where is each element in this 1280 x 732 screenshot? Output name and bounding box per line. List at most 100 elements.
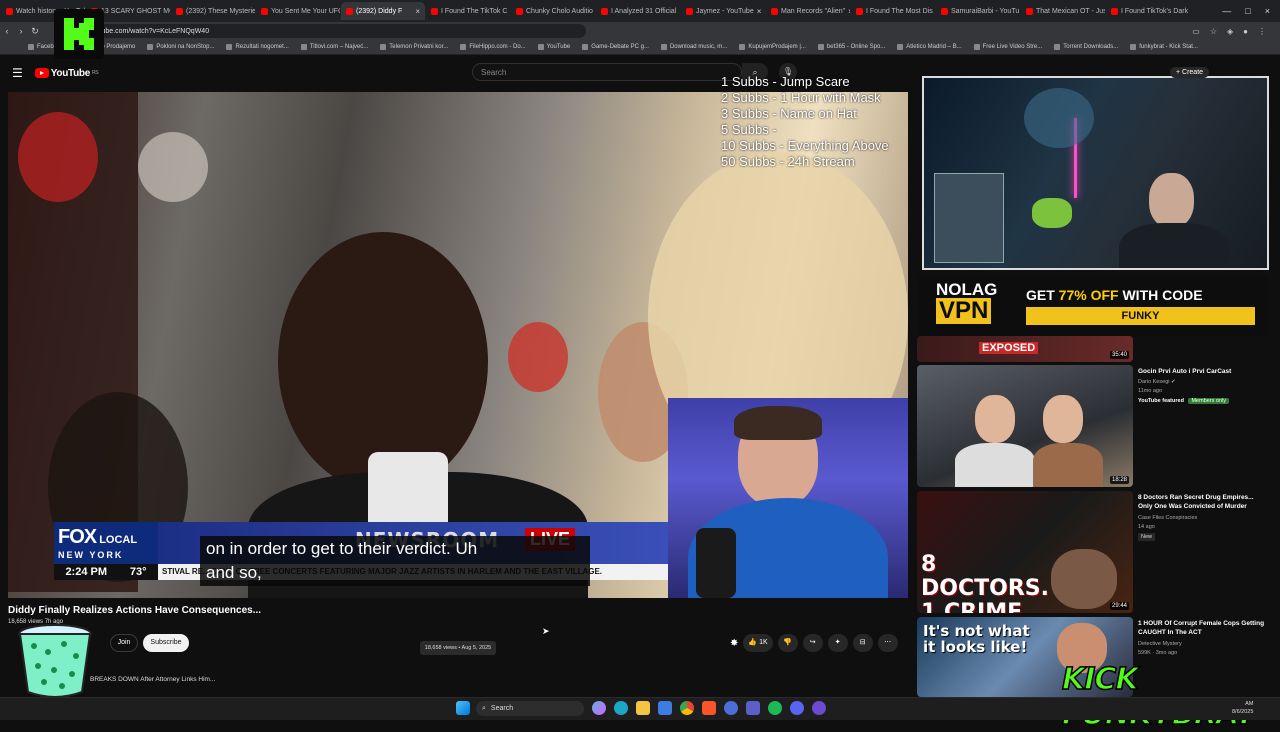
maximize-icon[interactable]: □	[1245, 6, 1250, 16]
chrome-icon[interactable]	[680, 701, 694, 715]
dislike-icon[interactable]: 👎	[777, 634, 798, 652]
close-window-icon[interactable]: ×	[1265, 6, 1270, 16]
tab-close-icon[interactable]: ×	[415, 7, 420, 16]
sparkle-icon[interactable]: ✸	[730, 638, 738, 649]
related-title[interactable]: 1 HOUR Of Corrupt Female Cops Getting CA…	[1138, 619, 1268, 637]
profile-icon[interactable]: ●	[1243, 27, 1248, 36]
browser-tab[interactable]: Man Records "Alien"×	[766, 2, 850, 20]
exposed-badge: EXPOSED	[979, 342, 1039, 354]
menu-icon[interactable]: ☰	[12, 66, 23, 80]
copilot-icon[interactable]	[592, 701, 606, 715]
related-meta: 599K · 3mo ago	[1138, 650, 1178, 656]
teams-icon[interactable]	[746, 701, 760, 715]
bookmark-item[interactable]: Free Live Video Stre...	[973, 44, 1042, 50]
related-title[interactable]: 8 Doctors Ran Secret Drug Empires... Onl…	[1138, 493, 1268, 511]
bookmarks-bar: Facebook Kupimo Prodajemo Pokloni na NonSt…	[0, 40, 1280, 55]
bookmark-item[interactable]: Rezultati nogomet...	[226, 44, 289, 50]
youtube-favicon-icon	[261, 7, 268, 15]
bookmark-item[interactable]: Torrent Downloads...	[1054, 44, 1118, 50]
ask-icon[interactable]: ✦	[827, 634, 848, 652]
youtube-favicon-icon	[601, 7, 608, 15]
bookmark-item[interactable]: Telemon Privatni kor...	[380, 44, 448, 50]
extensions-icon[interactable]: ◈	[1227, 27, 1233, 36]
spotify-icon[interactable]	[768, 701, 782, 715]
store-icon[interactable]	[658, 701, 672, 715]
taskbar-search[interactable]: ⌕ Search	[476, 701, 584, 716]
youtube-favicon-icon	[941, 7, 948, 15]
video-duration: 18:28	[1109, 476, 1129, 484]
bookmark-favicon-icon	[973, 44, 980, 50]
bookmark-label: Telemon Privatni kor...	[389, 44, 449, 50]
video-title: Diddy Finally Realizes Actions Have Cons…	[8, 605, 262, 616]
youtube-favicon-icon	[346, 7, 353, 15]
bookmark-item[interactable]: Atletico Madrid – B...	[897, 44, 962, 50]
like-button[interactable]: 👍 1K	[743, 634, 773, 652]
menu-dots-icon[interactable]: ⋮	[1258, 27, 1266, 36]
bookmark-label: Download music, m...	[669, 44, 728, 50]
bookmark-star-icon[interactable]: ☆	[1210, 27, 1217, 36]
youtube-favicon-icon	[516, 7, 523, 15]
browser-address-bar: ‹ › ↻ ⚙ youtube.com/watch?v=KcLeFNQqW40 …	[0, 22, 1280, 40]
app-icon[interactable]	[724, 701, 738, 715]
sub-goal-item: 1 Subbs - Jump Scare	[721, 74, 850, 89]
related-channel: Case Files Conspiracies	[1138, 515, 1198, 521]
browser-tab[interactable]: (2392) Diddy F ×	[341, 2, 425, 20]
browser-tab[interactable]: Jaymez - YouTube ×	[681, 2, 765, 20]
create-button[interactable]: + Create	[1170, 67, 1210, 78]
bookmark-label: funkybrat - Kick Stat...	[1139, 44, 1198, 50]
bookmark-favicon-icon	[28, 44, 34, 50]
browser-tab[interactable]: (2392) These Mysteries×	[171, 2, 255, 20]
tab-close-icon[interactable]: ×	[848, 7, 850, 16]
share-icon[interactable]: ↪	[802, 634, 823, 652]
related-thumbnail[interactable]: 8 DOCTORS. 1 CRIME. 29:44	[917, 491, 1133, 613]
tab-close-icon[interactable]: ×	[757, 7, 762, 16]
discord-icon[interactable]	[790, 701, 804, 715]
related-tags: YouTube featured Members only	[1138, 397, 1230, 405]
brave-icon[interactable]	[702, 701, 716, 715]
related-thumbnail[interactable]: 18:28	[917, 365, 1133, 487]
bookmark-item[interactable]: FileHippo.com - Do...	[460, 44, 526, 50]
minimize-icon[interactable]: —	[1222, 6, 1231, 16]
related-title[interactable]: Gocin Prvi Auto i Prvi CarCast	[1138, 367, 1268, 376]
subscribe-button[interactable]: Subscribe	[143, 634, 189, 652]
bookmark-item[interactable]: Titlovi.com – Najveć...	[300, 44, 368, 50]
edge-icon[interactable]	[614, 701, 628, 715]
browser-tab[interactable]: SamuraiBarbi - YouTu×	[936, 2, 1020, 20]
cast-icon[interactable]: ▭	[1192, 27, 1200, 36]
related-thumbnail[interactable]: EXPOSED 35:40	[917, 336, 1133, 362]
bookmark-item[interactable]: funkybrat - Kick Stat...	[1130, 44, 1198, 50]
tab-close-icon[interactable]: ×	[679, 7, 680, 16]
bookmark-item[interactable]: Pokloni na NonStop...	[147, 44, 214, 50]
browser-tab[interactable]: You Sent Me Your UFOs×	[256, 2, 340, 20]
browser-tab[interactable]: That Mexican OT - Jus×	[1021, 2, 1105, 20]
obs-icon[interactable]	[812, 701, 826, 715]
bookmark-favicon-icon	[226, 44, 233, 50]
search-input[interactable]: Search	[472, 63, 742, 81]
back-icon[interactable]: ‹	[0, 26, 14, 36]
more-icon[interactable]: ⋯	[877, 634, 898, 652]
mascot-bucket-icon	[14, 622, 96, 700]
tab-label: I Found The Most Dis	[866, 7, 933, 15]
forward-icon[interactable]: ›	[14, 26, 28, 36]
join-button[interactable]: Join	[110, 634, 138, 652]
save-icon[interactable]: ⊟	[852, 634, 873, 652]
bookmark-item[interactable]: Download music, m...	[660, 44, 728, 50]
browser-tab[interactable]: I Found TikTok's Dark×	[1106, 2, 1190, 20]
browser-tab[interactable]: I Found The Most Dis ×	[851, 2, 935, 20]
bookmark-item[interactable]: KupujemProdajem |...	[739, 44, 806, 50]
youtube-favicon-icon	[856, 7, 863, 15]
youtube-logo[interactable]: YouTube RS	[34, 68, 99, 79]
browser-tab[interactable]: Chunky Cholo Auditio×	[511, 2, 595, 20]
browser-tab[interactable]: I Analyzed 31 Official×	[596, 2, 680, 20]
reload-icon[interactable]: ↻	[28, 26, 42, 37]
youtube-favicon-icon	[176, 7, 183, 15]
bookmark-item[interactable]: YouTube	[537, 44, 570, 50]
explorer-icon[interactable]	[636, 701, 650, 715]
bookmark-item[interactable]: Game-Debate PC g...	[582, 44, 649, 50]
browser-tab[interactable]: I Found The TikTok C×	[426, 2, 510, 20]
video-actions: ✸ 👍 1K 👎 ↪ ✦ ⊟ ⋯	[730, 634, 898, 652]
windows-start-icon[interactable]	[456, 701, 470, 715]
url-field[interactable]: ⚙ youtube.com/watch?v=KcLeFNQqW40	[66, 24, 586, 38]
youtube-favicon-icon	[1111, 7, 1118, 15]
bookmark-item[interactable]: bet365 - Online Spo...	[817, 44, 885, 50]
